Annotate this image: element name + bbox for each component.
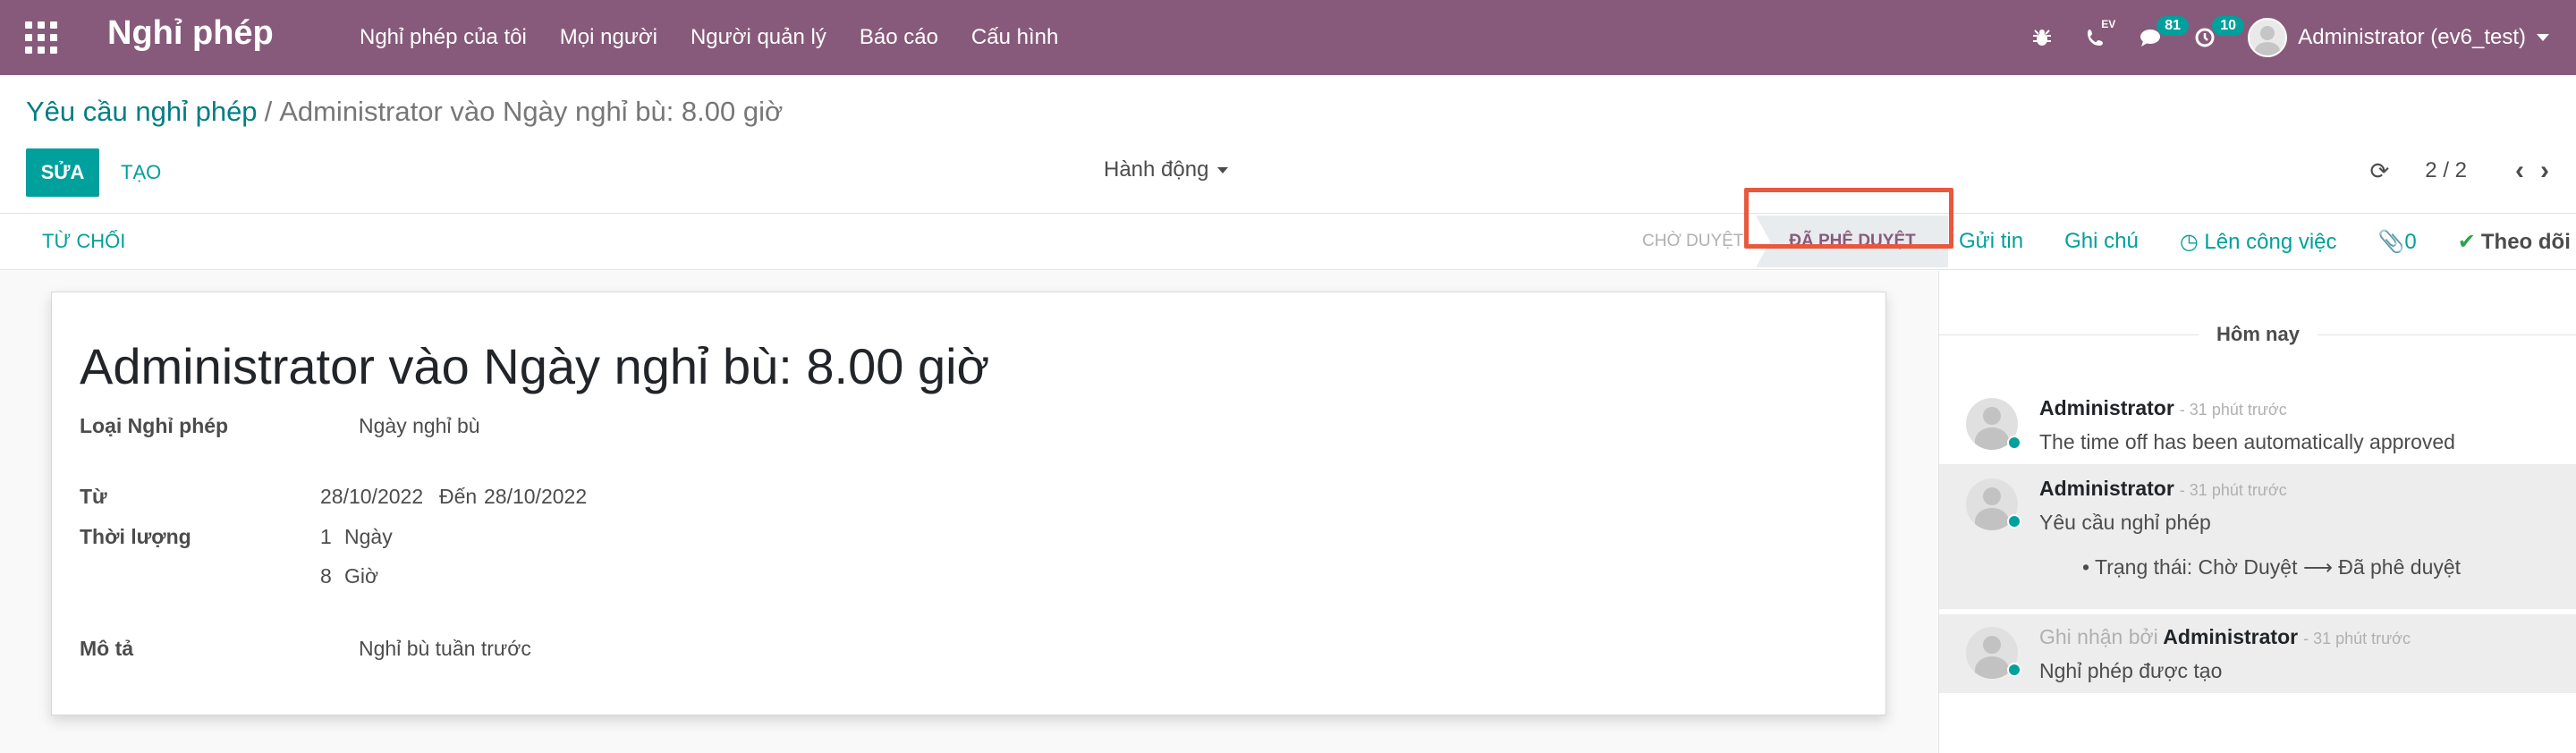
systray: EV 81 10 Administrator (ev6_test) — [2031, 0, 2576, 75]
chatter-topbar: Gửi tin Ghi chú ◷ Lên công việc 📎0 ✔ Theo… — [1959, 214, 2571, 269]
chatter-message: Ghi nhận bởi Administrator - 31 phút trướ… — [1939, 614, 2576, 693]
online-status-icon — [2007, 514, 2021, 529]
date-to-value[interactable]: 28/10/2022 — [484, 485, 587, 509]
attachments-count: 0 — [2404, 229, 2417, 254]
record-title: Administrator vào Ngày nghỉ bù: 8.00 giờ — [80, 338, 990, 394]
menu-configuration[interactable]: Cấu hình — [971, 25, 1058, 50]
edit-button[interactable]: SỬA — [26, 148, 99, 197]
user-avatar — [2248, 18, 2288, 57]
highlight-annotation — [1744, 188, 1953, 249]
breadcrumb-current: Administrator vào Ngày nghỉ bù: 8.00 giờ — [279, 96, 784, 127]
description-label: Mô tả — [80, 637, 134, 660]
messages-badge: 81 — [2157, 16, 2190, 36]
day-separator: Hôm nay — [1939, 321, 2576, 348]
breadcrumb: Yêu cầu nghỉ phép / Administrator vào Ngày… — [26, 96, 783, 128]
chatter-message: Administrator - 31 phút trước Yêu cầu ngh… — [1939, 464, 2576, 609]
message-body: The time off has been automatically appr… — [2039, 430, 2455, 453]
message-body: Nghỉ phép được tạo — [2039, 659, 2223, 682]
activities-clock-icon[interactable]: 10 — [2194, 16, 2245, 48]
leave-type-label: Loại Nghỉ phép — [80, 414, 229, 437]
from-label: Từ — [80, 485, 107, 508]
previous-record-icon[interactable]: ‹ — [2515, 156, 2524, 186]
chatter-panel: Hôm nay Administrator - 31 phút trước The… — [1938, 271, 2576, 753]
menu-everyone[interactable]: Mọi người — [560, 25, 657, 50]
bug-icon[interactable] — [2031, 27, 2053, 48]
log-note-button[interactable]: Ghi chú — [2064, 229, 2139, 254]
message-time: - 31 phút trước — [2303, 630, 2411, 647]
message-time: - 31 phút trước — [2179, 401, 2287, 419]
recorded-by-prefix: Ghi nhận bởi — [2039, 625, 2158, 648]
app-menu-grid-icon[interactable] — [25, 21, 57, 54]
chatter-message: Administrator - 31 phút trước The time of… — [1939, 376, 2576, 457]
to-word: Đến — [439, 485, 478, 508]
online-status-icon — [2007, 663, 2021, 677]
follow-label: Theo dõi — [2480, 229, 2571, 254]
menu-my-time-off[interactable]: Nghỉ phép của tôi — [360, 25, 527, 50]
refuse-button[interactable]: TỪ CHỐI — [42, 230, 125, 253]
app-title[interactable]: Nghỉ phép — [107, 14, 274, 53]
date-from-value[interactable]: 28/10/2022 — [320, 485, 423, 509]
author-name: Administrator — [2039, 477, 2174, 500]
online-status-icon — [2007, 436, 2021, 450]
user-name: Administrator (ev6_test) — [2298, 25, 2526, 49]
pager: ⟳ 2 / 2 ‹ › — [2370, 156, 2550, 186]
menu-managers[interactable]: Người quản lý — [691, 25, 826, 50]
duration-label: Thời lượng — [80, 525, 191, 548]
follow-button[interactable]: ✔ Theo dõi — [2458, 229, 2571, 255]
author-name: Administrator — [2039, 396, 2174, 419]
hours-unit: Giờ — [344, 564, 379, 588]
days-unit: Ngày — [344, 525, 393, 548]
phone-icon[interactable]: EV — [2085, 18, 2115, 48]
main-menu: Nghỉ phép của tôi Mọi người Người quản l… — [360, 0, 1091, 75]
send-message-button[interactable]: Gửi tin — [1959, 229, 2023, 254]
message-body: Yêu cầu nghỉ phép — [2039, 511, 2211, 534]
day-label: Hôm nay — [2199, 323, 2318, 346]
message-author[interactable]: Administrator - 31 phút trước — [2039, 396, 2287, 420]
refresh-icon[interactable]: ⟳ — [2370, 157, 2390, 185]
menu-reporting[interactable]: Báo cáo — [860, 25, 938, 50]
statusbar: TỪ CHỐI CHỜ DUYỆT ĐÃ PHÊ DUYỆT Gửi tin G… — [0, 213, 2576, 270]
duration-days-value[interactable]: 1 — [320, 525, 332, 549]
paperclip-icon: 📎 — [2377, 229, 2405, 254]
next-record-icon[interactable]: › — [2540, 156, 2549, 186]
top-navbar: Nghỉ phép Nghỉ phép của tôi Mọi người Ng… — [0, 0, 2576, 75]
ev-tag: EV — [2101, 18, 2116, 30]
create-button[interactable]: TẠO — [121, 148, 161, 197]
schedule-activity-label: Lên công việc — [2204, 229, 2337, 254]
description-value[interactable]: Nghỉ bù tuần trước — [359, 637, 531, 661]
duration-hours-value[interactable]: 8 — [320, 564, 332, 588]
check-icon: ✔ — [2457, 229, 2476, 254]
user-menu[interactable]: Administrator (ev6_test) — [2248, 18, 2549, 57]
action-label: Hành động — [1104, 157, 1209, 182]
breadcrumb-separator: / — [264, 96, 273, 127]
attachments-button[interactable]: 📎0 — [2378, 229, 2417, 255]
action-dropdown[interactable]: Hành động — [1104, 157, 1229, 182]
caret-down-icon — [1217, 166, 1229, 173]
form-sheet: Administrator vào Ngày nghỉ bù: 8.00 giờ… — [51, 292, 1886, 715]
tracking-value: • Trạng thái: Chờ Duyệt ⟶ Đã phê duyệt — [2082, 555, 2462, 579]
message-time: - 31 phút trước — [2179, 481, 2287, 499]
author-name: Administrator — [2163, 625, 2299, 648]
pager-counter[interactable]: 2 / 2 — [2425, 158, 2467, 183]
message-author[interactable]: Ghi nhận bởi Administrator - 31 phút trướ… — [2039, 625, 2411, 649]
breadcrumb-parent[interactable]: Yêu cầu nghỉ phép — [26, 96, 258, 127]
messages-icon[interactable]: 81 — [2139, 16, 2190, 48]
chevron-down-icon — [2537, 34, 2549, 41]
message-author[interactable]: Administrator - 31 phút trước — [2039, 477, 2287, 501]
schedule-activity-button[interactable]: ◷ Lên công việc — [2180, 229, 2337, 255]
activities-badge: 10 — [2212, 16, 2245, 36]
leave-type-value[interactable]: Ngày nghỉ bù — [359, 414, 480, 438]
clock-icon: ◷ — [2179, 229, 2205, 254]
tracking-text: Trạng thái: Chờ Duyệt ⟶ Đã phê duyệt — [2095, 555, 2462, 579]
stage-waiting[interactable]: CHỜ DUYỆT — [1642, 232, 1743, 251]
